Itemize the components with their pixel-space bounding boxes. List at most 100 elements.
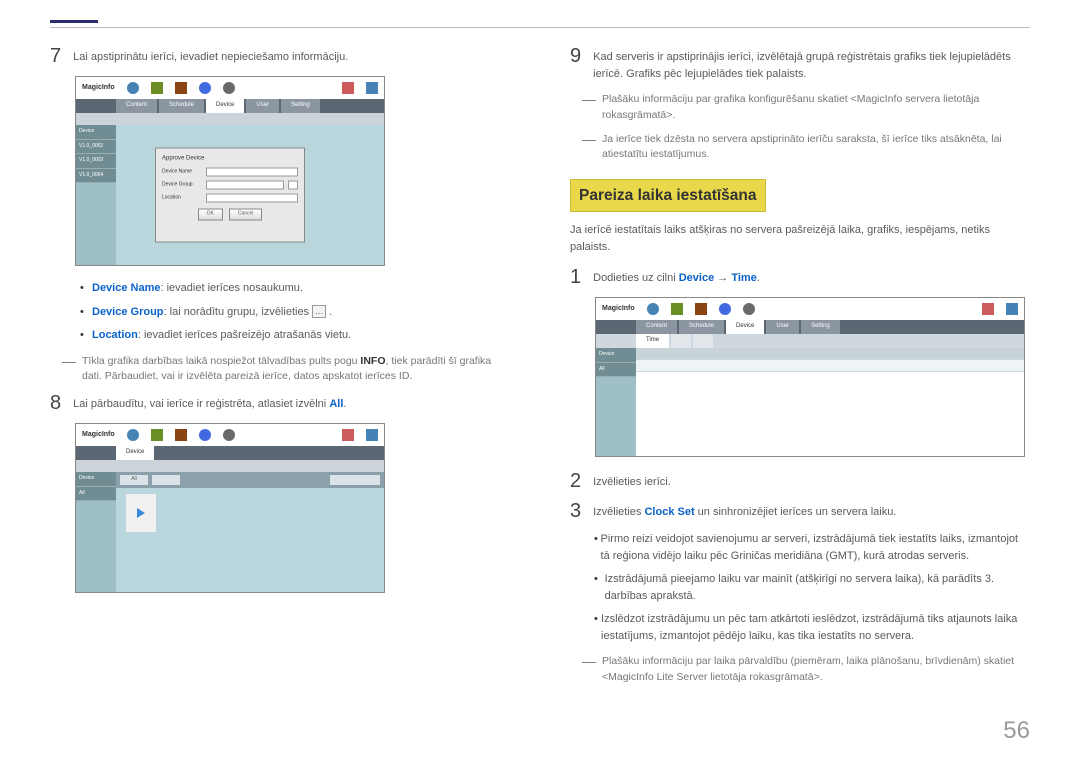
ss-side-item: Device	[76, 472, 116, 487]
blue-time: Time	[731, 272, 756, 284]
field-device-name: Device Name	[162, 168, 298, 177]
time-bullets: • Pirmo reizi veidojot savienojumu ar se…	[594, 531, 1030, 644]
schedule-icon	[151, 82, 163, 94]
left-column: 7 Lai apstiprinātu ierīci, ievadiet nepi…	[50, 46, 510, 694]
user-icon	[719, 303, 731, 315]
ss-side-item: Device	[596, 348, 636, 363]
step-number: 2	[570, 471, 581, 491]
step-text-before: Lai pārbaudītu, vai ierīce ir reģistrēta…	[73, 398, 329, 410]
ss-subtabs: Time	[596, 334, 1024, 348]
ss-tab: Setting	[281, 99, 320, 113]
ss-toolbar: MagicInfo	[76, 424, 384, 446]
ss-side-item: All	[596, 363, 636, 378]
blue-device: Device	[679, 272, 714, 284]
ss-tab: Device	[726, 320, 764, 334]
approve-dialog: Approve Device Device Name Device Group …	[155, 148, 305, 243]
user-icon	[199, 429, 211, 441]
ss-tabs: Content Schedule Device User Setting	[76, 99, 384, 113]
step-7-bullets: • Device Name: ievadiet ierīces nosaukum…	[80, 280, 510, 344]
right-column: 9 Kad serveris ir apstiprinājis ierīci, …	[570, 46, 1030, 694]
bullet-restart: • Izslēdzot izstrādājumu un pēc tam atkā…	[594, 611, 1030, 644]
dialog-title: Approve Device	[162, 155, 298, 164]
note-time-management: ― Plašāku informāciju par laika pārvaldī…	[582, 654, 1030, 686]
gear-icon	[223, 82, 235, 94]
field-label: Location	[162, 194, 202, 202]
ss-side-item: V1.0_0004	[76, 169, 116, 184]
header-divider	[50, 27, 1030, 28]
search-chip	[330, 475, 380, 485]
globe-icon	[127, 429, 139, 441]
dash-icon: ―	[582, 92, 602, 124]
bullet-device-group: • Device Group: lai norādītu grupu, izvē…	[80, 304, 510, 321]
monitor-icon	[175, 82, 187, 94]
screenshot-all-view: MagicInfo Device Device All	[75, 423, 385, 593]
step-9: 9 Kad serveris ir apstiprinājis ierīci, …	[570, 46, 1030, 82]
bullet-text: Izslēdzot izstrādājumu un pēc tam atkārt…	[601, 611, 1030, 644]
text-after: .	[757, 272, 760, 284]
field-location: Location	[162, 194, 298, 203]
ss-tabs: Device	[76, 446, 384, 460]
schedule-icon	[671, 303, 683, 315]
step-blue: All	[329, 398, 343, 410]
ss-sidebar: Device V1.0_0002 V1.0_0003 V1.0_0004	[76, 125, 116, 265]
step-text: Izvēlieties ierīci.	[593, 471, 671, 491]
ss-tab: Setting	[801, 320, 840, 334]
step-text-after: .	[343, 398, 346, 410]
text-before: Izvēlieties	[593, 506, 644, 518]
note-text: Plašāku informāciju par grafika konfigur…	[602, 92, 1030, 124]
ss-tab: Device	[116, 446, 154, 460]
ss-side-item: V1.0_0002	[76, 140, 116, 155]
monitor-icon	[175, 429, 187, 441]
ss-body: Device V1.0_0002 V1.0_0003 V1.0_0004 App…	[76, 125, 384, 265]
text-before: Dodieties uz cilni	[593, 272, 679, 284]
bullet-label: Device Name	[92, 282, 161, 294]
dialog-buttons: OK Cancel	[162, 209, 298, 221]
bullet-text: Pirmo reizi veidojot savienojumu ar serv…	[601, 531, 1030, 564]
calendar-icon	[982, 303, 994, 315]
ss-toolbar: MagicInfo	[76, 77, 384, 99]
text-after: un sinhronizējiet ierīces un servera lai…	[695, 506, 897, 518]
gear-icon	[223, 429, 235, 441]
field-label: Device Name	[162, 168, 202, 176]
step-2: 2 Izvēlieties ierīci.	[570, 471, 1030, 491]
step-text: Lai apstiprinātu ierīci, ievadiet nepiec…	[73, 46, 348, 66]
ss-tab: Schedule	[679, 320, 724, 334]
ss-side-item: V1.0_0003	[76, 154, 116, 169]
calendar-icon	[342, 82, 354, 94]
page-number: 56	[1003, 713, 1030, 749]
bullet-rest: : lai norādītu grupu, izvēlieties	[164, 306, 313, 318]
globe-icon	[647, 303, 659, 315]
step-number: 7	[50, 46, 61, 66]
screenshot-approve-dialog: MagicInfo Content Schedule Device User S…	[75, 76, 385, 266]
section-heading-time: Pareiza laika iestatīšana	[570, 179, 766, 212]
ss-subtab	[671, 334, 691, 348]
ss-body: Device All All	[76, 472, 384, 592]
filter-chip: All	[120, 475, 148, 485]
calendar2-icon	[366, 82, 378, 94]
bullet-label: Device Group	[92, 306, 164, 318]
step-3: 3 Izvēlieties Clock Set un sinhronizējie…	[570, 501, 1030, 521]
bullet-rest: : ievadiet ierīces nosaukumu.	[161, 282, 303, 294]
step-number: 1	[570, 267, 581, 287]
dash-icon: ―	[582, 654, 602, 686]
step-text: Kad serveris ir apstiprinājis ierīci, iz…	[593, 46, 1030, 82]
dash-icon: ―	[582, 132, 602, 164]
note-magicinfo-manual: ― Plašāku informāciju par grafika konfig…	[582, 92, 1030, 124]
arrow: →	[714, 272, 731, 284]
browse-icon: …	[312, 305, 326, 318]
ss-logo: MagicInfo	[82, 430, 115, 441]
ss-tab: User	[766, 320, 799, 334]
step-7-note: ― Tīkla grafika darbības laikā nospiežot…	[62, 354, 510, 386]
ss-tab: Content	[116, 99, 157, 113]
table-row	[636, 360, 1024, 372]
note-pre: Tīkla grafika darbības laikā nospiežot t…	[82, 355, 360, 367]
bullet-label: Location	[92, 329, 138, 341]
two-column-layout: 7 Lai apstiprinātu ierīci, ievadiet nepi…	[50, 46, 1030, 694]
section-intro: Ja ierīcē iestatītais laiks atšķiras no …	[570, 222, 1030, 255]
browse-btn	[288, 181, 298, 190]
ss-logo: MagicInfo	[602, 304, 635, 315]
screenshot-device-time: MagicInfo Content Schedule Device User S…	[595, 297, 1025, 457]
globe-icon	[127, 82, 139, 94]
ss-sidebar: Device All	[76, 472, 116, 592]
bullet-location: • Location: ievadiet ierīces pašreizējo …	[80, 327, 510, 344]
